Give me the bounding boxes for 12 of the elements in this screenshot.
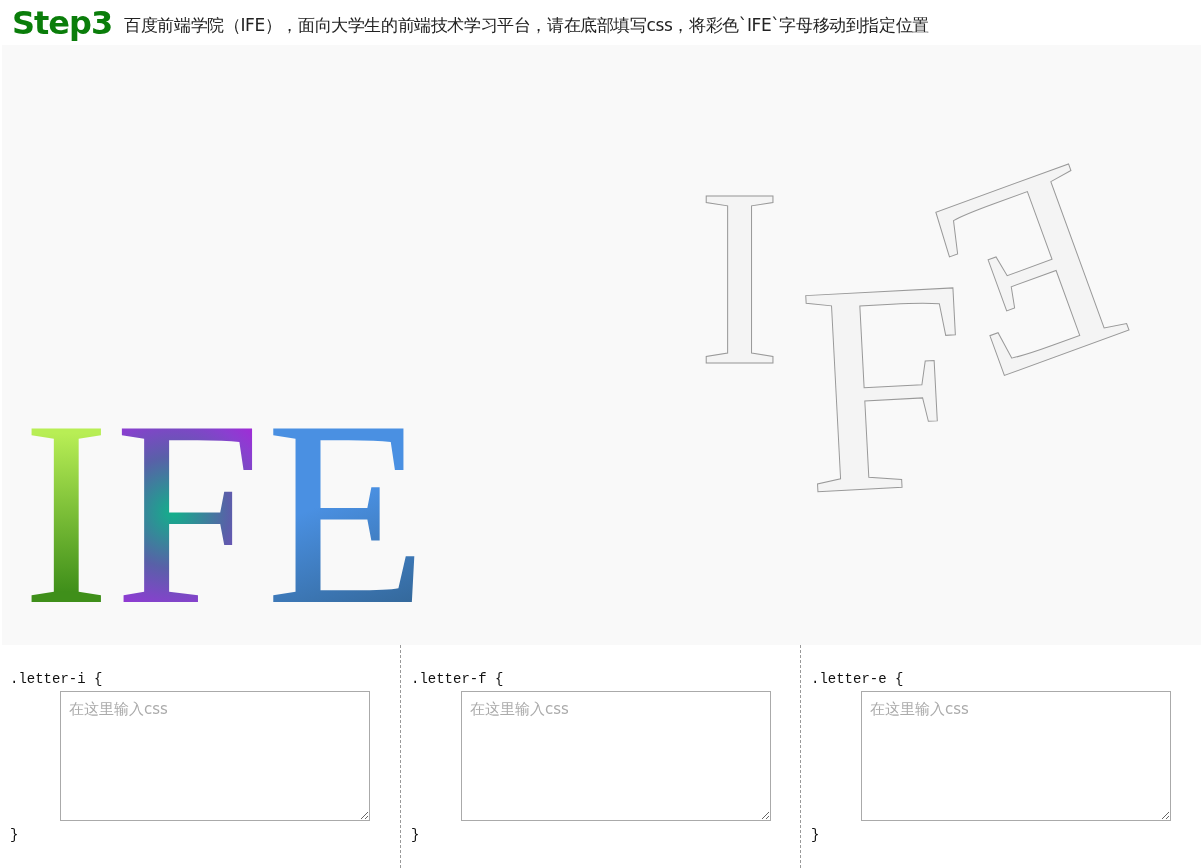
css-input[interactable]: 在这里输入css: [60, 691, 370, 821]
target-letter-outline: I: [697, 150, 782, 405]
task-description: 百度前端学院（IFE），面向大学生的前端技术学习平台，请在底部填写css，将彩色`IFE`字母移动到指定位置: [124, 14, 929, 37]
css-selector: .letter-f {: [411, 671, 504, 687]
closing-brace: }: [10, 827, 19, 843]
closing-brace: }: [411, 827, 420, 843]
closing-brace: }: [811, 827, 820, 843]
css-selector: .letter-i {: [10, 671, 103, 687]
css-input[interactable]: 在这里输入css: [861, 691, 1171, 821]
css-input[interactable]: 在这里输入css: [461, 691, 771, 821]
css-selector: .letter-e {: [811, 671, 904, 687]
step-title: Step3: [12, 3, 113, 42]
